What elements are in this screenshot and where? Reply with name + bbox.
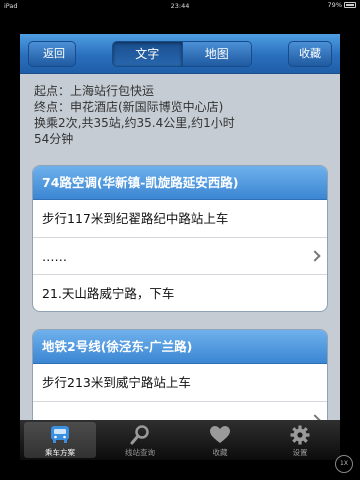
chevron-right-icon [309,238,321,275]
tab-label: 收藏 [212,448,228,457]
heart-icon [210,426,230,443]
route-card-title: 地铁2号线(徐泾东-广兰路) [33,330,327,364]
route-detail-content[interactable]: 起点：上海站行包快运 终点：申花酒店(新国际博览中心店) 换乘2次,共35站,约… [20,75,340,420]
clock: 23:44 [170,2,190,10]
segment-map[interactable]: 地图 [181,42,251,66]
route-card: 地铁2号线(徐泾东-广兰路) 步行213米到威宁路站上车 [32,329,328,420]
start-point: 起点：上海站行包快运 [34,84,155,98]
tab-settings[interactable]: 设置 [260,420,340,460]
route-card-title: 74路空调(华新镇-凯旋路延安西路) [33,166,327,200]
favorite-button[interactable]: 收藏 [288,41,332,67]
transfer-info-cont: 54分钟 [34,132,74,146]
route-card: 74路空调(华新镇-凯旋路延安西路) 步行117米到纪翟路纪中路站上车 …… 2… [32,165,328,312]
ipad-status-bar: iPad 23:44 79% [0,0,360,12]
navigation-bar: 返回 文字 地图 收藏 [20,34,340,74]
route-step-collapsed[interactable] [33,401,327,420]
battery-icon [344,2,356,8]
tab-label: 乘车方案 [45,448,75,457]
view-mode-segmented-control: 文字 地图 [112,41,252,67]
magnifier-icon [130,425,149,445]
end-point: 终点：申花酒店(新国际博览中心店) [34,100,224,114]
route-step[interactable]: 步行213米到威宁路站上车 [33,364,327,401]
battery-percent: 79% [327,1,342,9]
tab-label: 线站查询 [125,448,155,457]
app-window: 返回 文字 地图 收藏 起点：上海站行包快运 终点：申花酒店(新国际博览中心店)… [20,34,340,460]
gear-icon [290,425,310,445]
battery-indicator: 79% [328,1,356,9]
transfer-info: 换乘2次,共35站,约35.4公里,约1小时 [34,116,235,130]
route-step[interactable]: 21.天山路威宁路，下车 [33,274,327,311]
tab-line-station-query[interactable]: 线站查询 [100,420,180,460]
route-step-label: …… [42,249,67,264]
tab-bar: 乘车方案 线站查询 收藏 设置 [20,420,340,460]
route-step[interactable]: 步行117米到纪翟路纪中路站上车 [33,200,327,237]
segment-text[interactable]: 文字 [113,42,182,66]
back-button[interactable]: 返回 [28,41,76,67]
tab-transit-plan[interactable]: 乘车方案 [20,420,100,460]
zoom-toggle-button[interactable]: 1X [335,455,353,473]
route-step-collapsed[interactable]: …… [33,237,327,274]
tab-label: 设置 [292,448,308,457]
bus-icon [51,426,69,443]
route-summary: 起点：上海站行包快运 终点：申花酒店(新国际博览中心店) 换乘2次,共35站,约… [34,83,334,147]
tab-favorites[interactable]: 收藏 [180,420,260,460]
chevron-right-icon [309,402,321,420]
